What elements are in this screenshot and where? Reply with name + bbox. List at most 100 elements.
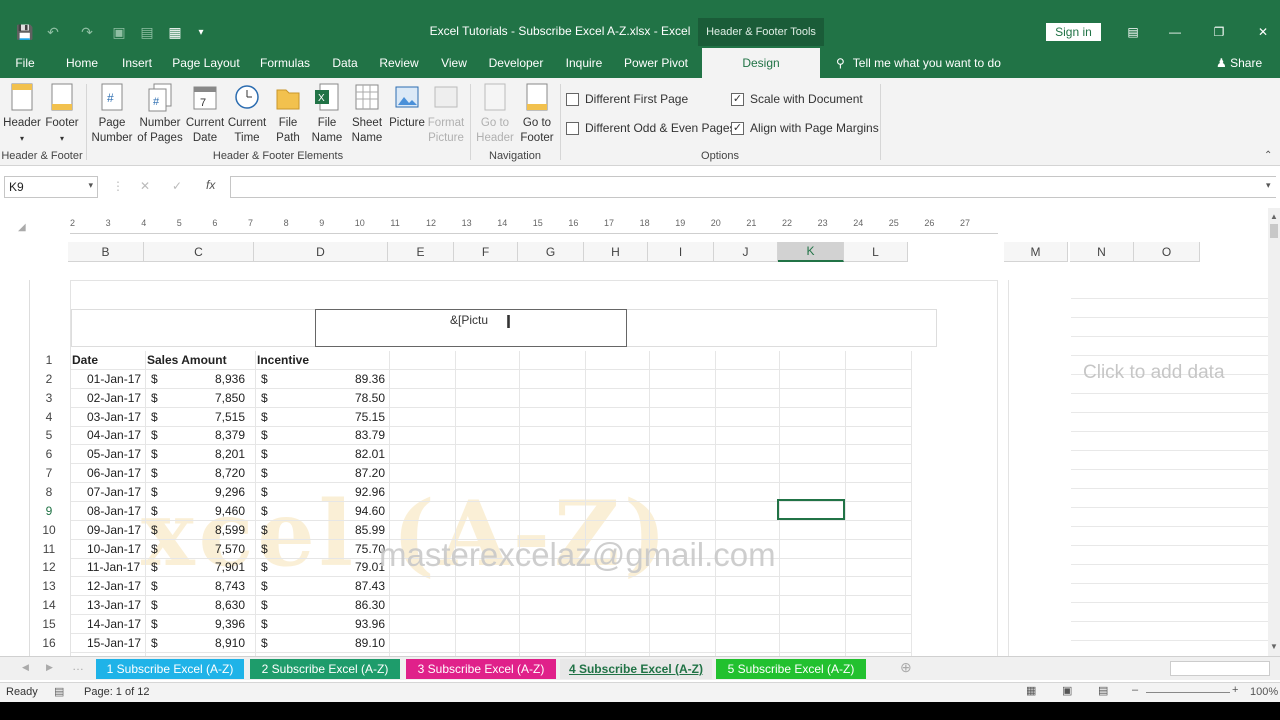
next-sheet-icon[interactable]: ▶: [46, 662, 53, 673]
row-number[interactable]: 14: [35, 598, 63, 612]
cancel-icon[interactable]: ✕: [140, 179, 150, 193]
redo-icon[interactable]: ↷: [76, 22, 98, 42]
scroll-down-icon[interactable]: ▼: [1270, 642, 1278, 651]
column-header-i[interactable]: I: [648, 242, 714, 262]
macro-record-icon[interactable]: ▤: [54, 685, 64, 698]
align-with-margins-checkbox[interactable]: ✓ Align with Page Margins: [731, 121, 879, 135]
table-cell[interactable]: 86.30: [321, 598, 385, 612]
table-cell[interactable]: $: [151, 636, 158, 650]
table-cell[interactable]: $: [261, 428, 268, 442]
table-cell[interactable]: $: [151, 504, 158, 518]
table-cell[interactable]: 89.10: [321, 636, 385, 650]
current-date-button[interactable]: 7 Current Date: [184, 82, 226, 146]
name-box[interactable]: K9 ▾: [4, 176, 98, 198]
file-path-button[interactable]: File Path: [270, 82, 306, 146]
row-number[interactable]: 5: [35, 428, 63, 442]
table-cell[interactable]: 82.01: [321, 447, 385, 461]
table-cell[interactable]: 9,460: [211, 504, 245, 518]
table-cell[interactable]: 75.70: [321, 542, 385, 556]
column-header-o[interactable]: O: [1134, 242, 1200, 262]
prev-sheet-icon[interactable]: ◀: [22, 662, 29, 673]
preview-icon[interactable]: ▤: [136, 22, 158, 42]
share-button[interactable]: ♟ Share: [1216, 56, 1262, 70]
sheet-tab-3[interactable]: 3 Subscribe Excel (A-Z): [406, 659, 556, 679]
scale-with-document-checkbox[interactable]: ✓ Scale with Document: [731, 92, 863, 106]
column-header-e[interactable]: E: [388, 242, 454, 262]
table-cell[interactable]: 9,296: [211, 485, 245, 499]
table-cell[interactable]: 10-Jan-17: [87, 542, 141, 556]
tab-home[interactable]: Home: [60, 48, 104, 78]
table-cell[interactable]: 83.79: [321, 428, 385, 442]
row-number[interactable]: 12: [35, 560, 63, 574]
footer-button[interactable]: Footer ▾: [42, 82, 82, 146]
selected-cell[interactable]: [777, 499, 845, 520]
select-all-icon[interactable]: ◢: [18, 222, 26, 233]
table-cell[interactable]: $: [261, 504, 268, 518]
save-icon[interactable]: 💾: [14, 22, 36, 42]
file-name-button[interactable]: X File Name: [308, 82, 346, 146]
row-number[interactable]: 6: [35, 447, 63, 461]
go-to-header-button[interactable]: Go to Header: [474, 82, 516, 146]
expand-formula-icon[interactable]: ▾: [1266, 180, 1271, 191]
table-cell[interactable]: $: [261, 391, 268, 405]
enter-icon[interactable]: ✓: [172, 179, 182, 193]
vertical-scrollbar[interactable]: ▲ ▼: [1268, 208, 1280, 656]
table-cell[interactable]: 8,379: [211, 428, 245, 442]
column-header-h[interactable]: H: [584, 242, 648, 262]
row-number[interactable]: 16: [35, 636, 63, 650]
table-cell[interactable]: 8,936: [211, 372, 245, 386]
horizontal-scrollbar[interactable]: [1170, 661, 1270, 676]
column-header-g[interactable]: G: [518, 242, 584, 262]
zoom-in-icon[interactable]: +: [1232, 684, 1238, 696]
ribbon-display-icon[interactable]: ▤: [1122, 22, 1144, 42]
table-cell[interactable]: $: [261, 523, 268, 537]
table-cell[interactable]: 8,720: [211, 466, 245, 480]
format-picture-button[interactable]: Format Picture: [426, 82, 466, 146]
column-header-m[interactable]: M: [1004, 242, 1068, 262]
table-cell[interactable]: $: [151, 560, 158, 574]
go-to-footer-button[interactable]: Go to Footer: [516, 82, 558, 146]
table-cell[interactable]: 9,396: [211, 617, 245, 631]
current-time-button[interactable]: Current Time: [226, 82, 268, 146]
zoom-slider[interactable]: [1146, 692, 1230, 693]
table-cell[interactable]: $: [151, 391, 158, 405]
zoom-out-icon[interactable]: –: [1132, 684, 1138, 696]
row-number[interactable]: 7: [35, 466, 63, 480]
column-header-c[interactable]: C: [144, 242, 254, 262]
table-cell[interactable]: 8,201: [211, 447, 245, 461]
zoom-level[interactable]: 100%: [1250, 686, 1278, 698]
page-number-button[interactable]: # Page Number: [90, 82, 134, 146]
table-cell[interactable]: 7,515: [211, 410, 245, 424]
column-header-d[interactable]: D: [254, 242, 388, 262]
page-layout-view-icon[interactable]: ▣: [1062, 684, 1072, 697]
table-cell[interactable]: $: [261, 372, 268, 386]
table-cell[interactable]: $: [261, 466, 268, 480]
row-number[interactable]: 1: [35, 353, 63, 367]
table-cell[interactable]: 94.60: [321, 504, 385, 518]
tab-power-pivot[interactable]: Power Pivot: [622, 48, 690, 78]
table-cell[interactable]: $: [151, 428, 158, 442]
table-cell[interactable]: 07-Jan-17: [87, 485, 141, 499]
close-icon[interactable]: ✕: [1252, 22, 1274, 42]
table-cell[interactable]: 09-Jan-17: [87, 523, 141, 537]
table-cell[interactable]: 02-Jan-17: [87, 391, 141, 405]
table-cell[interactable]: $: [261, 636, 268, 650]
new-sheet-icon[interactable]: ⊕: [900, 659, 912, 676]
row-number[interactable]: 15: [35, 617, 63, 631]
table-cell[interactable]: 05-Jan-17: [87, 447, 141, 461]
column-header-b[interactable]: B: [68, 242, 144, 262]
row-number[interactable]: 2: [35, 372, 63, 386]
more-sheets-icon[interactable]: …: [72, 659, 84, 673]
normal-view-icon[interactable]: ▦: [1026, 684, 1036, 697]
table-cell[interactable]: 04-Jan-17: [87, 428, 141, 442]
table-cell[interactable]: $: [151, 579, 158, 593]
row-number[interactable]: 13: [35, 579, 63, 593]
table-cell[interactable]: 87.43: [321, 579, 385, 593]
quick-print-icon[interactable]: ▣: [108, 22, 130, 42]
table-cell[interactable]: 85.99: [321, 523, 385, 537]
save-as-icon[interactable]: ▦: [164, 22, 186, 42]
header-button[interactable]: Header ▾: [2, 82, 42, 146]
collapse-ribbon-icon[interactable]: ⌃: [1264, 150, 1272, 161]
sheet-name-button[interactable]: Sheet Name: [348, 82, 386, 146]
different-first-page-checkbox[interactable]: Different First Page: [566, 92, 688, 106]
